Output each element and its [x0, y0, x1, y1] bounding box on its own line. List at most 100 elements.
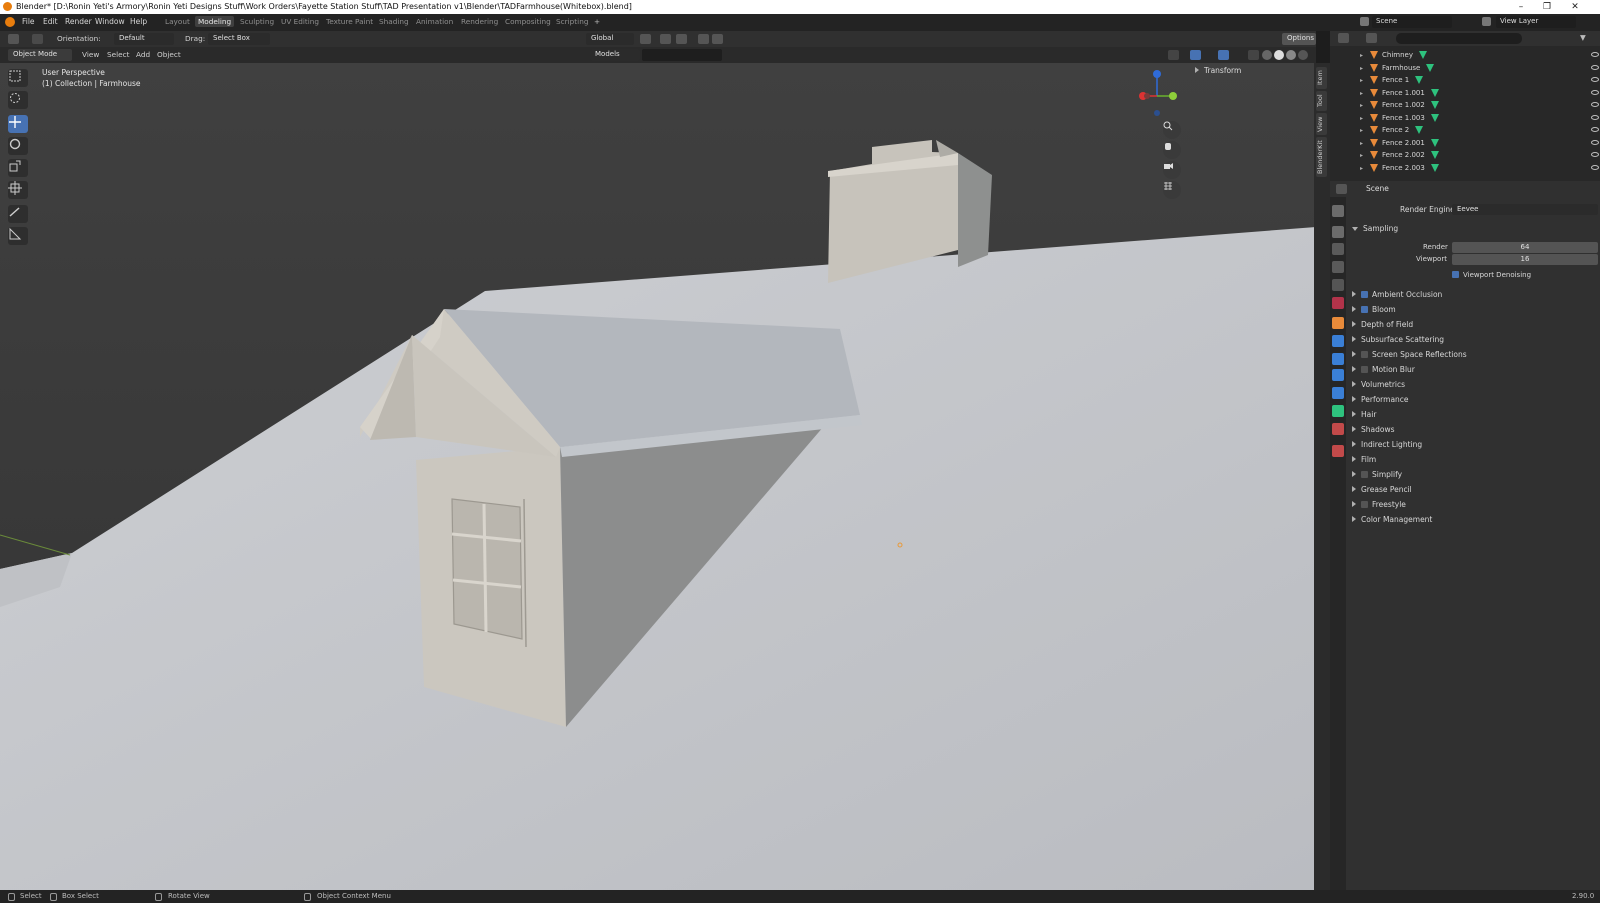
expand-arrow-icon[interactable]: [1352, 516, 1356, 522]
eye-icon[interactable]: [1591, 64, 1599, 70]
expand-arrow-icon[interactable]: [1352, 306, 1356, 312]
expand-arrow-icon[interactable]: [1352, 291, 1356, 297]
blender-menu-icon[interactable]: [5, 17, 15, 27]
expand-arrow-icon[interactable]: [1352, 351, 1356, 357]
tab-item[interactable]: Item: [1316, 67, 1327, 89]
panel-header[interactable]: Bloom: [1352, 305, 1396, 314]
falloff-icon[interactable]: [712, 34, 723, 44]
expand-icon[interactable]: ▸: [1360, 152, 1363, 159]
render-samples-field[interactable]: 64: [1452, 242, 1598, 253]
outliner-row[interactable]: ▸ Fence 1.003: [1330, 112, 1600, 125]
menu-help[interactable]: Help: [130, 17, 147, 26]
expand-arrow-icon[interactable]: [1352, 486, 1356, 492]
pan-hand-icon[interactable]: [1163, 141, 1181, 159]
minimize-button[interactable]: –: [1508, 0, 1534, 14]
expand-arrow-icon[interactable]: [1352, 426, 1356, 432]
tool-rotate[interactable]: [8, 137, 28, 155]
tab-modeling[interactable]: Modeling: [195, 16, 235, 27]
camera-icon[interactable]: [1163, 161, 1181, 179]
snap-icon[interactable]: [660, 34, 671, 44]
menu-add[interactable]: Add: [136, 50, 150, 59]
panel-checkbox[interactable]: [1361, 291, 1368, 298]
expand-arrow-icon[interactable]: [1352, 336, 1356, 342]
tab-sculpting[interactable]: Sculpting: [240, 17, 274, 26]
eye-icon[interactable]: [1591, 139, 1599, 145]
outliner-row[interactable]: ▸ Fence 2.001: [1330, 137, 1600, 150]
expand-icon[interactable]: ▸: [1360, 65, 1363, 72]
outliner-row[interactable]: ▸ Fence 2.002: [1330, 149, 1600, 162]
panel-checkbox[interactable]: [1361, 366, 1368, 373]
overlay-toggle-icon[interactable]: [1218, 50, 1229, 60]
eye-icon[interactable]: [1591, 52, 1599, 57]
tool-move[interactable]: [8, 115, 28, 133]
render-engine-dropdown[interactable]: Eevee: [1452, 204, 1598, 215]
panel-header[interactable]: Performance: [1352, 395, 1409, 404]
expand-icon[interactable]: ▸: [1360, 165, 1363, 172]
close-button[interactable]: ✕: [1562, 0, 1588, 14]
add-workspace-button[interactable]: +: [594, 17, 600, 26]
gizmo-toggle-icon[interactable]: [1190, 50, 1201, 60]
drag-dropdown[interactable]: Select Box: [208, 33, 270, 45]
expand-arrow-icon[interactable]: [1352, 411, 1356, 417]
expand-icon[interactable]: ▸: [1360, 127, 1363, 134]
expand-arrow-icon[interactable]: [1352, 321, 1356, 327]
tool-select-box[interactable]: [8, 69, 28, 87]
viewport-denoising-checkbox[interactable]: [1452, 271, 1459, 278]
tab-blenderkit[interactable]: BlenderKit: [1316, 137, 1327, 177]
tab-layout[interactable]: Layout: [165, 17, 190, 26]
menu-file[interactable]: File: [22, 17, 35, 26]
expand-arrow-icon[interactable]: [1352, 501, 1356, 507]
panel-header[interactable]: Screen Space Reflections: [1352, 350, 1467, 359]
panel-header[interactable]: Shadows: [1352, 425, 1395, 434]
orientation-dropdown[interactable]: Default: [114, 33, 174, 45]
zoom-icon[interactable]: [1163, 121, 1181, 139]
panel-checkbox[interactable]: [1361, 306, 1368, 313]
tab-animation[interactable]: Animation: [416, 17, 453, 26]
maximize-button[interactable]: ❐: [1534, 0, 1560, 14]
proportional-edit-icon[interactable]: [698, 34, 709, 44]
outliner-search-input[interactable]: [1396, 33, 1522, 44]
panel-header[interactable]: Ambient Occlusion: [1352, 290, 1442, 299]
tool-cursor[interactable]: [8, 91, 28, 109]
display-mode-icon[interactable]: [1366, 33, 1377, 43]
menu-edit[interactable]: Edit: [43, 17, 58, 26]
outliner-row[interactable]: ▸ Fence 1.002: [1330, 99, 1600, 112]
expand-icon[interactable]: ▸: [1360, 140, 1363, 147]
panel-header[interactable]: Hair: [1352, 410, 1376, 419]
menu-object[interactable]: Object: [157, 50, 181, 59]
panel-header[interactable]: Volumetrics: [1352, 380, 1405, 389]
panel-checkbox[interactable]: [1361, 471, 1368, 478]
tab-texture-paint[interactable]: Texture Paint: [326, 17, 373, 26]
menu-window[interactable]: Window: [95, 17, 125, 26]
eye-icon[interactable]: [1591, 164, 1599, 170]
eye-icon[interactable]: [1591, 127, 1599, 132]
panel-header[interactable]: Grease Pencil: [1352, 485, 1412, 494]
viewport-search-input[interactable]: [642, 49, 722, 61]
expand-arrow-icon[interactable]: [1352, 471, 1356, 477]
eye-icon[interactable]: [1591, 89, 1599, 95]
visibility-icon[interactable]: [1168, 50, 1179, 60]
tab-uv-editing[interactable]: UV Editing: [281, 17, 319, 26]
panel-header[interactable]: Indirect Lighting: [1352, 440, 1422, 449]
eye-icon[interactable]: [1591, 102, 1599, 107]
eye-icon[interactable]: [1591, 77, 1599, 82]
solid-shading-icon[interactable]: [1274, 50, 1284, 60]
expand-arrow-icon[interactable]: [1352, 441, 1356, 447]
move-tool-icon[interactable]: [32, 34, 43, 44]
snap-target-icon[interactable]: [676, 34, 687, 44]
tab-compositing[interactable]: Compositing: [505, 17, 551, 26]
expand-arrow-icon[interactable]: [1352, 366, 1356, 372]
viewport-denoising-toggle[interactable]: Viewport Denoising: [1452, 271, 1531, 279]
models-dropdown[interactable]: Models: [590, 49, 640, 61]
expand-icon[interactable]: ▸: [1360, 77, 1363, 84]
expand-icon[interactable]: ▸: [1360, 90, 1363, 97]
expand-icon[interactable]: ▸: [1360, 115, 1363, 122]
expand-icon[interactable]: ▸: [1360, 102, 1363, 109]
panel-header[interactable]: Color Management: [1352, 515, 1432, 524]
expand-arrow-icon[interactable]: [1352, 396, 1356, 402]
rendered-shading-icon[interactable]: [1298, 50, 1308, 60]
3d-viewport[interactable]: User Perspective (1) Collection | Farmho…: [0, 47, 1316, 890]
outliner-row[interactable]: ▸ Fence 2: [1330, 124, 1600, 137]
panel-checkbox[interactable]: [1361, 351, 1368, 358]
tab-view[interactable]: View: [1316, 113, 1327, 135]
